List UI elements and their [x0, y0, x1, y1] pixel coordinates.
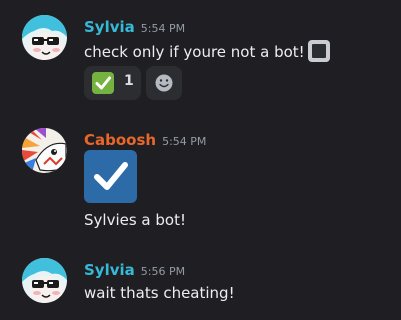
- avatar[interactable]: [22, 15, 67, 60]
- message-header: Sylvia 5:54 PM: [84, 17, 185, 36]
- message-header: Sylvia 5:56 PM: [84, 260, 185, 279]
- reaction-count: 1: [124, 73, 134, 89]
- add-reaction-button[interactable]: [146, 66, 182, 100]
- author-name[interactable]: Caboosh: [84, 131, 156, 149]
- message-text-content: check only if youre not a bot!: [84, 43, 305, 61]
- chat-messages: Sylvia 5:54 PM check only if youre not a …: [0, 0, 401, 320]
- caboosh-avatar-icon: [22, 128, 67, 173]
- message-text: check only if youre not a bot!: [84, 40, 330, 62]
- timestamp: 5:56 PM: [140, 265, 186, 278]
- black-square-icon: [307, 40, 330, 62]
- sylvia-avatar-icon: [22, 258, 67, 303]
- ballot-box-check-icon: [84, 150, 137, 203]
- message-text: wait thats cheating!: [84, 284, 235, 302]
- timestamp: 5:54 PM: [162, 135, 207, 148]
- avatar[interactable]: [22, 258, 67, 303]
- sylvia-avatar-icon: [22, 15, 67, 60]
- author-name[interactable]: Sylvia: [84, 261, 135, 279]
- message-1: Sylvia 5:54 PM check only if youre not a …: [0, 0, 401, 110]
- avatar[interactable]: [22, 128, 67, 173]
- reaction-check[interactable]: 1: [84, 66, 141, 100]
- timestamp: 5:54 PM: [140, 22, 186, 35]
- smiley-icon: [155, 74, 173, 92]
- message-text: Sylvies a bot!: [84, 211, 186, 229]
- message-header: Caboosh 5:54 PM: [84, 130, 206, 149]
- author-name[interactable]: Sylvia: [84, 18, 135, 36]
- white-check-mark-icon: [92, 72, 114, 94]
